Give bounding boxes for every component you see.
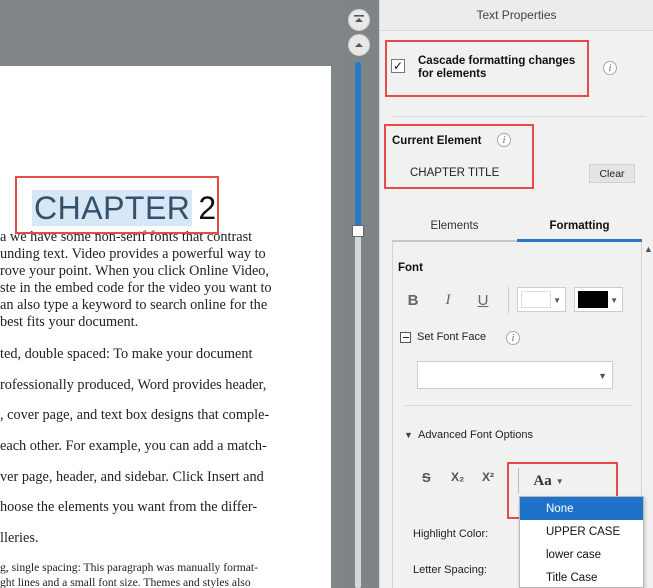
doc-line: g, single spacing: This paragraph was ma… [0, 561, 259, 574]
font-face-info-icon[interactable]: i [506, 331, 520, 345]
current-element-highlight-box [384, 124, 534, 189]
tab-elements[interactable]: Elements [392, 212, 517, 242]
current-element-info-icon[interactable]: i [497, 133, 511, 147]
text-color-dropdown[interactable]: ▼ [574, 287, 623, 312]
doc-line: lleries. [0, 530, 39, 546]
case-option-upper[interactable]: UPPER CASE [520, 520, 643, 543]
doc-line: ght lines and a small font size. Themes … [0, 576, 251, 588]
document-area: CHAPTER 2 a we have some non-serif fonts … [0, 0, 340, 588]
scroll-to-top-button[interactable] [348, 9, 370, 31]
page-scroll-thumb[interactable] [352, 225, 364, 237]
chevron-down-icon: ▼ [553, 296, 561, 305]
divider [405, 405, 633, 406]
strikethrough-button[interactable]: S [422, 470, 431, 485]
doc-line: best fits your document. [0, 314, 139, 330]
highlight-color-swatch [521, 291, 551, 308]
text-color-swatch [578, 291, 608, 308]
doc-line: each other. For example, you can add a m… [0, 438, 267, 454]
doc-line: unding text. Video provides a powerful w… [0, 246, 266, 262]
chapter-title-highlight-box [15, 176, 219, 234]
current-element-label: Current Element [392, 135, 482, 147]
toolbar-divider [508, 287, 509, 313]
doc-line: ste in the embed code for the video you … [0, 280, 272, 296]
subscript-button[interactable]: X₂ [451, 470, 464, 484]
italic-button[interactable]: I [436, 290, 460, 310]
case-option-none[interactable]: None [520, 497, 643, 520]
font-section-label: Font [398, 262, 423, 274]
doc-line: an also type a keyword to search online … [0, 297, 268, 313]
scroll-up-button[interactable] [348, 34, 370, 56]
collapse-triangle-icon[interactable]: ▼ [404, 430, 413, 440]
set-font-face-toggle[interactable] [400, 332, 411, 343]
page-scroll-progress [355, 62, 361, 228]
divider [392, 116, 646, 117]
superscript-button[interactable]: X² [482, 470, 494, 484]
page-scroll-rail [341, 0, 379, 588]
text-case-menu: None UPPER CASE lower case Title Case [519, 496, 644, 588]
cascade-formatting-checkbox[interactable]: ✓ [391, 59, 405, 73]
doc-line: ver page, header, and sidebar. Click Ins… [0, 469, 264, 485]
case-option-title[interactable]: Title Case [520, 566, 643, 588]
doc-line: rofessionally produced, Word provides he… [0, 377, 267, 393]
chevron-down-icon: ▼ [598, 371, 607, 381]
current-element-value: CHAPTER TITLE [410, 167, 500, 179]
case-option-lower[interactable]: lower case [520, 543, 643, 566]
underline-button[interactable]: U [471, 290, 495, 310]
panel-tabs: Elements Formatting [392, 212, 642, 242]
tab-formatting[interactable]: Formatting [517, 212, 642, 242]
chevron-down-icon: ▼ [610, 296, 618, 305]
letter-spacing-label: Letter Spacing: [413, 564, 487, 576]
doc-line: rove your point. When you click Online V… [0, 263, 270, 279]
chevron-up-icon [355, 43, 363, 47]
document-page[interactable]: CHAPTER 2 a we have some non-serif fonts … [0, 66, 331, 588]
highlight-color-label: Highlight Color: [413, 528, 489, 540]
page-scroll-track[interactable] [355, 62, 361, 588]
panel-scroll-up-icon[interactable]: ▲ [644, 244, 653, 254]
panel-title: Text Properties [380, 0, 653, 31]
doc-line: hoose the elements you want from the dif… [0, 499, 258, 515]
highlight-color-dropdown[interactable]: ▼ [517, 287, 566, 312]
advanced-font-options-label[interactable]: Advanced Font Options [418, 429, 533, 441]
doc-line: , cover page, and text box designs that … [0, 407, 270, 423]
cascade-info-icon[interactable]: i [603, 61, 617, 75]
doc-line: ted, double spaced: To make your documen… [0, 346, 253, 362]
clear-button[interactable]: Clear [589, 164, 635, 183]
double-chevron-up-icon [354, 15, 364, 22]
set-font-face-label: Set Font Face [417, 331, 487, 343]
font-face-select[interactable]: ▼ [417, 361, 613, 389]
cascade-formatting-label: Cascade formatting changes for elements [418, 55, 576, 80]
bold-button[interactable]: B [401, 290, 425, 310]
